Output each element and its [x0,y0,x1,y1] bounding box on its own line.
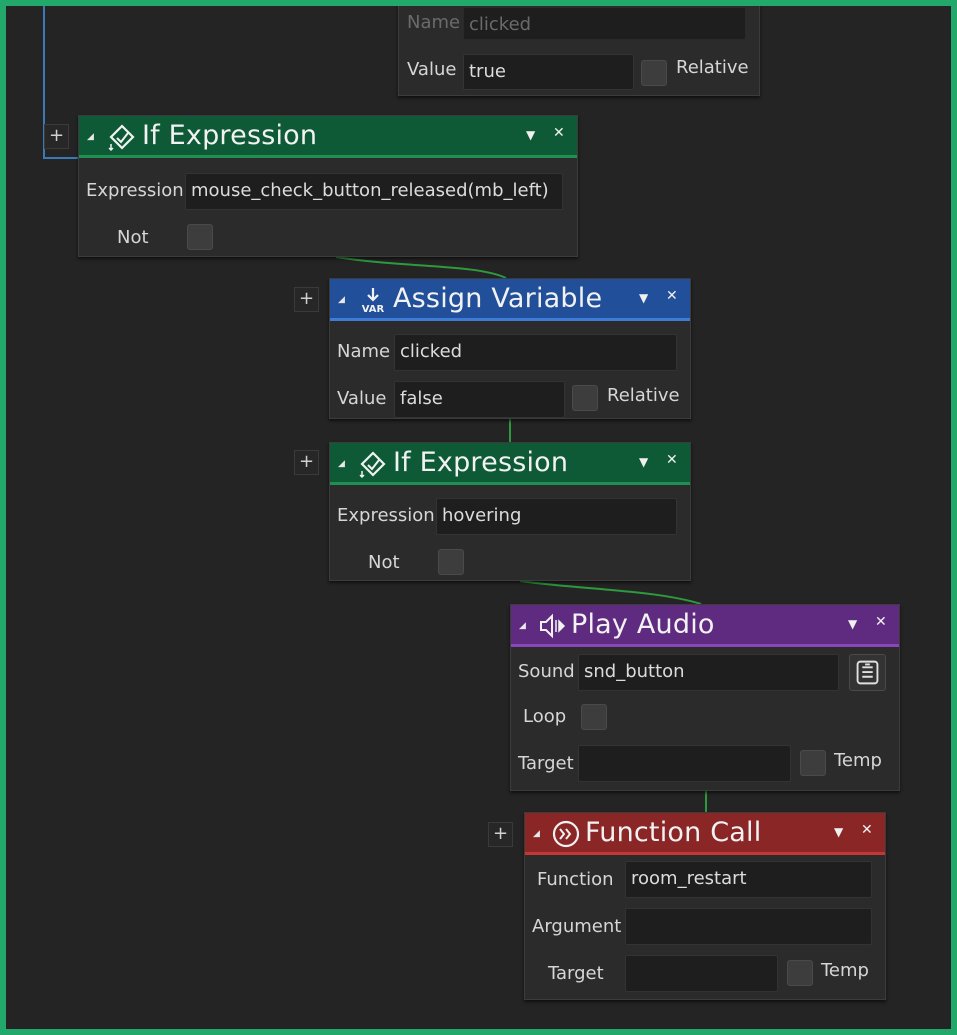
temp-label: Temp [821,960,869,981]
block-header[interactable]: ◢ Function Call ▼ ✕ [525,813,885,855]
target-field[interactable] [578,745,791,782]
collapse-triangle-icon[interactable]: ◢ [533,829,540,839]
loop-label: Loop [523,706,567,727]
event-canvas[interactable]: Name clicked Value true Relative + ◢ If … [6,6,951,1029]
svg-text:VAR: VAR [362,304,385,315]
block-title: Assign Variable [393,283,603,314]
loop-checkbox[interactable] [581,704,607,730]
relative-label: Relative [607,385,680,406]
target-label: Target [518,753,574,774]
name-label: Name [337,341,391,362]
block-title: Function Call [585,817,762,848]
sound-label: Sound [518,661,575,682]
block-header[interactable]: ◢ If Expression ▼ ✕ [79,116,577,158]
if-expression-icon [359,451,386,479]
collapse-triangle-icon[interactable]: ◢ [338,295,345,305]
play-audio-block[interactable]: ◢ Play Audio ▼ ✕ Sound snd_button Loop T… [510,604,900,791]
argument-field[interactable] [625,908,872,945]
close-icon[interactable]: ✕ [875,614,887,630]
value-label: Value [337,388,387,409]
assign-variable-block-partial[interactable]: Name clicked Value true Relative [398,6,760,96]
if-expression-block-2[interactable]: ◢ If Expression ▼ ✕ Expression hovering … [329,442,691,581]
function-call-block[interactable]: ◢ Function Call ▼ ✕ Function room_restar… [524,812,886,1000]
expression-label: Expression [86,180,184,201]
name-label: Name [407,12,461,33]
dropdown-arrow-icon[interactable]: ▼ [639,455,648,469]
dropdown-arrow-icon[interactable]: ▼ [526,128,535,142]
temp-checkbox[interactable] [800,750,826,776]
block-title: If Expression [393,447,569,478]
expression-field[interactable]: hovering [436,498,677,535]
if-expression-block-1[interactable]: ◢ If Expression ▼ ✕ Expression mouse_che… [78,115,578,257]
add-block-button[interactable]: + [294,450,319,475]
connector-if2-to-audio [519,580,702,605]
block-title: Play Audio [571,609,715,640]
block-header[interactable]: ◢ VAR Assign Variable ▼ ✕ [330,279,690,321]
value-field[interactable]: true [463,54,634,90]
target-label: Target [548,963,604,984]
temp-label: Temp [834,750,882,771]
dropdown-arrow-icon[interactable]: ▼ [848,617,857,631]
add-block-button[interactable]: + [44,124,69,149]
relative-label: Relative [676,57,749,78]
temp-checkbox[interactable] [787,960,813,986]
add-block-button[interactable]: + [294,287,319,312]
name-field[interactable]: clicked [394,334,677,371]
collapse-triangle-icon[interactable]: ◢ [87,132,94,142]
argument-label: Argument [532,916,622,937]
function-label: Function [537,869,614,890]
var-assign-icon: VAR [362,288,385,315]
value-field[interactable]: false [394,381,565,418]
if-expression-icon [108,124,135,152]
function-field[interactable]: room_restart [625,861,872,898]
connector-if1-to-assign [335,256,507,279]
close-icon[interactable]: ✕ [666,288,678,304]
sound-field[interactable]: snd_button [578,654,839,691]
close-icon[interactable]: ✕ [861,822,873,838]
assign-variable-block[interactable]: ◢ VAR Assign Variable ▼ ✕ Name clicked V… [329,278,691,419]
dropdown-arrow-icon[interactable]: ▼ [834,825,843,839]
block-title: If Expression [142,120,318,151]
close-icon[interactable]: ✕ [553,125,565,141]
target-field[interactable] [625,955,778,992]
dropdown-arrow-icon[interactable]: ▼ [639,291,648,305]
close-icon[interactable]: ✕ [666,452,678,468]
function-call-icon [552,820,580,848]
not-checkbox[interactable] [187,224,213,250]
not-label: Not [368,552,400,573]
collapse-triangle-icon[interactable]: ◢ [338,459,345,469]
expression-label: Expression [337,505,435,526]
name-field[interactable]: clicked [463,7,746,40]
collapse-triangle-icon[interactable]: ◢ [519,621,526,631]
block-header[interactable]: ◢ If Expression ▼ ✕ [330,443,690,485]
relative-checkbox[interactable] [641,60,667,86]
not-label: Not [117,227,149,248]
asset-browse-icon [856,660,879,685]
value-label: Value [407,59,457,80]
asset-browse-button[interactable] [849,654,886,691]
expression-field[interactable]: mouse_check_button_released(mb_left) [185,173,563,210]
add-block-button[interactable]: + [488,822,513,847]
speaker-icon [540,613,566,639]
relative-checkbox[interactable] [572,385,598,411]
not-checkbox[interactable] [438,549,464,575]
block-header[interactable]: ◢ Play Audio ▼ ✕ [511,605,899,647]
